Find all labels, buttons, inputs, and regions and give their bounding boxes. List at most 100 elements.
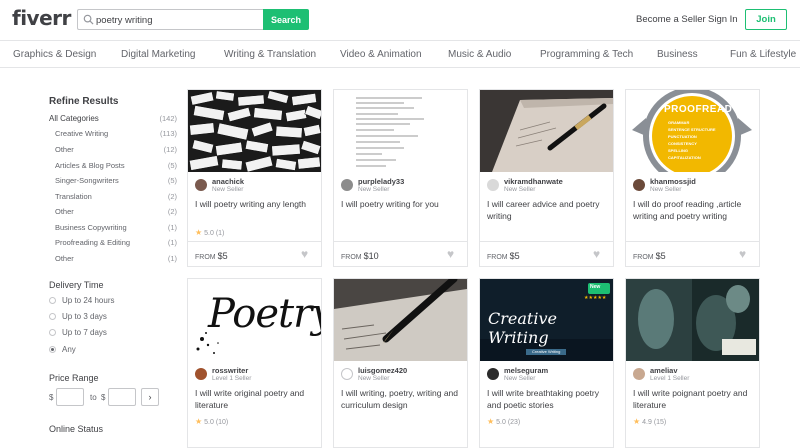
avatar[interactable] [195,368,207,380]
avatar[interactable] [487,179,499,191]
heart-icon[interactable]: ♥ [447,248,459,260]
filter-business-copywriting[interactable]: Business Copywriting (1) [55,223,177,232]
gig-card[interactable]: vikramdhanwate New Seller I will career … [479,89,614,267]
delivery-option-3d[interactable]: Up to 3 days [49,312,107,321]
heart-icon[interactable]: ♥ [739,248,751,260]
search-button[interactable]: Search [263,9,309,30]
category-programming-tech[interactable]: Programming & Tech [540,49,633,60]
seller-name[interactable]: anachick [212,177,244,186]
gig-title[interactable]: I will writing, poetry, writing and curr… [341,387,463,411]
gig-title[interactable]: I will poetry writing for you [341,198,463,210]
search-box[interactable] [77,9,263,30]
category-music-audio[interactable]: Music & Audio [448,49,511,60]
gig-card[interactable]: Poetry rosswriter Level 1 Seller I will … [187,278,322,448]
seller-name[interactable]: purplelady33 [358,177,404,186]
gig-image-poetry-script[interactable]: Poetry [188,279,321,361]
seller-level: New Seller [504,186,536,193]
fiverr-logo[interactable]: fiverr [12,6,71,30]
gig-title[interactable]: I will career advice and poetry writing [487,198,609,222]
filter-count: (12) [163,145,177,154]
delivery-option-any[interactable]: Any [49,345,76,354]
gig-card[interactable]: New ★★★★★ Creative Writing Creative Writ… [479,278,614,448]
category-digital-marketing[interactable]: Digital Marketing [121,49,195,60]
category-graphics-design[interactable]: Graphics & Design [13,49,96,60]
gig-image-creative-writing[interactable]: New ★★★★★ Creative Writing Creative Writ… [480,279,613,361]
avatar[interactable] [341,179,353,191]
badge-stars-icon: ★★★★★ [584,295,607,301]
gig-title[interactable]: I will write original poetry and literat… [195,387,317,411]
avatar[interactable] [633,368,645,380]
gig-card[interactable]: PROOFREAD GRAMMAR SENTENCE STRUCTURE PUN… [625,89,760,267]
gig-card[interactable]: anachick New Seller I will poetry writin… [187,89,322,267]
proofread-item: CONSISTENCY [668,141,697,146]
filter-translation[interactable]: Translation (2) [55,192,177,201]
rating-count: (10) [215,419,229,426]
radio-icon [49,313,56,320]
become-seller-link[interactable]: Become a Seller [636,14,706,25]
radio-selected-icon [49,346,56,353]
sign-in-link[interactable]: Sign In [708,14,738,25]
gig-price: FROM $5 [487,251,520,261]
gig-image-pen-notebook[interactable] [480,90,613,172]
seller-name[interactable]: ameliav [650,366,678,375]
delivery-option-24h[interactable]: Up to 24 hours [49,296,114,305]
category-fun-lifestyle[interactable]: Fun & Lifestyle [730,49,796,60]
seller-name[interactable]: khanmossjid [650,177,696,186]
filter-singer-songwriters[interactable]: Singer-Songwriters (5) [55,176,177,185]
avatar[interactable] [633,179,645,191]
gig-rating: ★ 5.0 (10) [195,417,228,426]
filter-count: (2) [167,192,177,201]
filter-articles-blog-posts[interactable]: Articles & Blog Posts (5) [55,161,177,170]
filter-other-3[interactable]: Other (1) [55,254,177,263]
filter-other-2[interactable]: Other (2) [55,207,177,216]
proofread-list: GRAMMAR SENTENCE STRUCTURE PUNCTUATION C… [668,119,716,161]
seller-name[interactable]: vikramdhanwate [504,177,563,186]
gig-image-document[interactable] [334,90,467,172]
delivery-option-7d[interactable]: Up to 7 days [49,328,107,337]
gig-price: FROM $5 [633,251,666,261]
filter-creative-writing[interactable]: Creative Writing (113) [55,129,177,138]
gig-footer: FROM $5 ♥ [188,241,321,266]
category-writing-translation[interactable]: Writing & Translation [224,49,316,60]
heart-icon[interactable]: ♥ [593,248,605,260]
seller-level: New Seller [358,186,390,193]
rating-count: (23) [507,419,521,426]
seller-name[interactable]: melseguram [504,366,548,375]
gig-image-fountain-pen[interactable] [334,279,467,361]
gig-footer: FROM $10 ♥ [334,241,467,266]
avatar[interactable] [195,179,207,191]
filter-proofreading-editing[interactable]: Proofreading & Editing (1) [55,238,177,247]
filter-all-categories[interactable]: All Categories (142) [49,114,177,123]
gig-card[interactable]: ameliav Level 1 Seller I will write poig… [625,278,760,448]
filter-label: Singer-Songwriters [55,176,119,185]
gig-image-word-collage[interactable] [188,90,321,172]
gig-card[interactable]: luisgomez420 New Seller I will writing, … [333,278,468,448]
search-input[interactable] [96,13,260,27]
rating-value: 4.9 [642,419,652,426]
gig-title[interactable]: I will write breathtaking poetry and poe… [487,387,609,411]
avatar[interactable] [341,368,353,380]
gig-title[interactable]: I will do proof reading ,article writing… [633,198,755,222]
filter-count: (142) [159,114,177,123]
price-max-input[interactable] [108,388,136,406]
seller-name[interactable]: rosswriter [212,366,248,375]
filter-label: Proofreading & Editing [55,238,131,247]
seller-level: Level 1 Seller [650,375,690,382]
avatar[interactable] [487,368,499,380]
price-min-input[interactable] [56,388,84,406]
filter-other[interactable]: Other (12) [55,145,177,154]
gig-title[interactable]: I will write poignant poetry and literat… [633,387,755,411]
join-button[interactable]: Join [745,9,787,30]
gig-title[interactable]: I will poetry writing any length [195,198,317,210]
price-go-button[interactable]: › [141,388,159,406]
gig-image-proofread[interactable]: PROOFREAD GRAMMAR SENTENCE STRUCTURE PUN… [626,90,759,172]
seller-name[interactable]: luisgomez420 [358,366,407,375]
heart-icon[interactable]: ♥ [301,248,313,260]
rating-value: 5.0 [204,230,214,237]
category-video-animation[interactable]: Video & Animation [340,49,422,60]
gig-image-art-collage[interactable] [626,279,759,361]
price-from-label: FROM [487,254,508,261]
gig-card[interactable]: purplelady33 New Seller I will poetry wr… [333,89,468,267]
new-badge: New [590,284,601,290]
category-business[interactable]: Business [657,49,698,60]
